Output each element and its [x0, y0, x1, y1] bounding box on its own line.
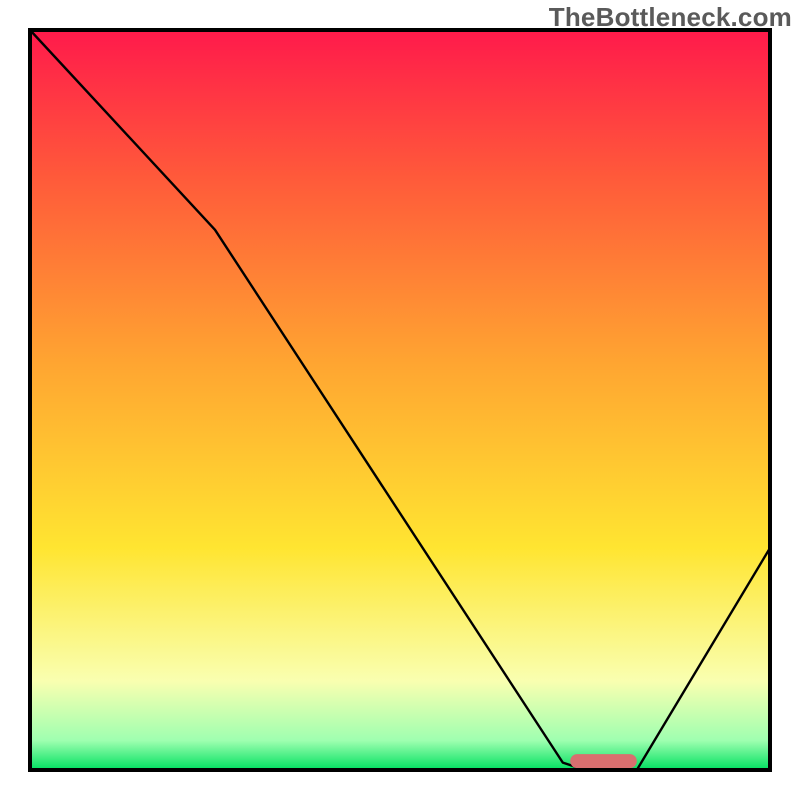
watermark-label: TheBottleneck.com [549, 2, 792, 33]
chart-background [30, 30, 770, 770]
bottleneck-chart [0, 0, 800, 800]
optimum-marker [570, 754, 637, 768]
chart-frame: TheBottleneck.com [0, 0, 800, 800]
